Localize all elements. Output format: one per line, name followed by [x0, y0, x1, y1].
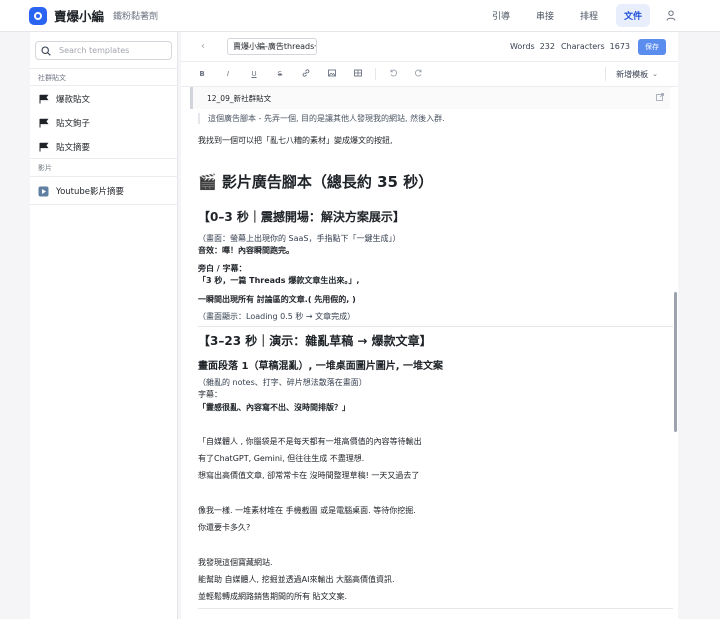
nav-item-documents[interactable]: 文件	[615, 4, 650, 27]
doc-title-input[interactable]: 賣爆小編-廣告threads一	[227, 38, 317, 55]
user-icon[interactable]	[664, 9, 678, 23]
paragraph: 我發現這個寶藏網站.	[198, 558, 273, 567]
nav-item-guide[interactable]: 引導	[484, 4, 518, 27]
nav-item-integrations[interactable]: 串接	[528, 4, 562, 27]
divider	[30, 68, 178, 69]
main-nav: 引導 串接 排程 文件	[474, 4, 678, 27]
divider	[30, 85, 178, 86]
divider	[30, 176, 178, 177]
italic-button[interactable]: I	[215, 70, 241, 78]
external-link-icon[interactable]	[656, 93, 664, 103]
sidebar-item-post-summary[interactable]: 貼文摘要	[38, 141, 90, 153]
save-button[interactable]: 保存	[638, 38, 666, 55]
paragraph: 並輕鬆轉成網路銷售期間的所有 貼文文案.	[198, 592, 348, 601]
divider	[30, 158, 178, 159]
divider	[30, 204, 178, 205]
words-value: 232	[539, 42, 555, 51]
flag-icon	[38, 94, 49, 105]
paragraph: 你還要卡多久?	[198, 523, 251, 532]
paragraph: 「自媒體人 , 你腦袋是不是每天都有一堆高價值的內容等待輸出	[198, 437, 422, 446]
section-title-video: 影片	[38, 164, 52, 172]
app-subtitle: 鐵粉黏著劑	[113, 12, 159, 22]
template-search[interactable]	[35, 41, 172, 60]
template-sidebar: 社群貼文 爆款貼文 貼文鉤子 貼文摘要 影片 Youtube影片摘要	[30, 32, 178, 619]
paragraph: 想寫出高價值文章, 卻常常卡在 沒時間整理草稿! 一天又過去了	[198, 471, 420, 480]
paragraph: 一瞬間出現所有 討論區的文章.( 先用假的, )	[198, 295, 356, 304]
word-count: Words 232 Characters 1673	[504, 42, 630, 51]
paragraph: （畫面顯示：Loading 0.5 秒 → 文章完成）	[198, 312, 356, 321]
search-input[interactable]	[59, 46, 169, 55]
play-icon	[38, 186, 49, 197]
note-label: 12_09_新社群貼文	[207, 93, 272, 103]
heading-2: 【3–23 秒｜演示：雜亂草稿 → 爆款文章】	[198, 334, 432, 348]
heading-2: 【0–3 秒｜震撼開場：解決方案展示】	[198, 210, 405, 224]
strikethrough-button[interactable]: S	[267, 70, 293, 78]
brand[interactable]: 賣爆小編 鐵粉黏著劑	[29, 6, 158, 25]
paragraph: 「靈感很亂、內容寫不出、沒時間排版？」	[198, 403, 350, 412]
add-template-label: 新增模板	[616, 69, 649, 79]
sidebar-item-post-hook[interactable]: 貼文鉤子	[38, 117, 90, 129]
paragraph: （畫面：螢幕上出現你的 SaaS，手指點下「一鍵生成」）	[198, 234, 401, 243]
search-icon	[41, 45, 53, 57]
heading-1: 🎬 影片廣告腳本（總長約 35 秒）	[198, 173, 434, 191]
chars-value: 1673	[609, 42, 630, 51]
app-logo-icon	[29, 6, 47, 25]
editor-panel: ‹ 賣爆小編-廣告threads一 Words 232 Characters 1…	[181, 32, 678, 619]
editor-scrollbar[interactable]	[674, 292, 677, 432]
nav-item-schedule[interactable]: 排程	[572, 4, 606, 27]
redo-icon[interactable]	[406, 69, 432, 79]
undo-icon[interactable]	[380, 69, 406, 79]
format-toolbar: B I U S 新增模板 ⌄	[181, 62, 678, 87]
sidebar-item-label: 貼文鉤子	[56, 119, 91, 129]
chevron-down-icon: ⌄	[652, 70, 658, 78]
sidebar-item-label: 貼文摘要	[56, 143, 91, 153]
paragraph: 音效：嗶！內容瞬間跑完。	[198, 246, 294, 255]
sidebar-item-label: 爆款貼文	[56, 95, 91, 105]
chars-label: Characters	[560, 42, 605, 51]
link-icon[interactable]	[293, 69, 319, 79]
flag-icon	[38, 142, 49, 153]
paragraph: 我找到一個可以把「亂七八糟的素材」變成爆文的按鈕,	[198, 136, 393, 145]
add-template-dropdown[interactable]: 新增模板 ⌄	[605, 67, 658, 81]
bold-button[interactable]: B	[189, 70, 215, 78]
paragraph: 旁白 / 字幕：	[198, 264, 247, 273]
words-label: Words	[509, 42, 535, 51]
table-icon[interactable]	[345, 69, 371, 79]
top-bar: 賣爆小編 鐵粉黏著劑 引導 串接 排程 文件	[0, 0, 720, 32]
paragraph: 能幫助 自媒體人, 挖掘並透過AI來輸出 大腦高價值資訊.	[198, 575, 395, 584]
flag-icon	[38, 118, 49, 129]
toolbar-divider	[605, 67, 607, 81]
toolbar-divider	[375, 68, 376, 80]
paragraph: 像我一樣. 一堆素材堆在 手機截圖 或是電腦桌面. 等待你挖掘.	[198, 506, 416, 515]
paragraph: 「3 秒，一篇 Threads 爆款文章生出來。」,	[198, 276, 360, 285]
sidebar-item-viral-post[interactable]: 爆款貼文	[38, 93, 90, 105]
heading-3: 畫面段落 1（草稿混亂）, 一堆桌面圖片圖片, 一堆文案	[198, 361, 443, 372]
editor-header: ‹ 賣爆小編-廣告threads一 Words 232 Characters 1…	[181, 32, 678, 62]
paragraph: 字幕：	[198, 390, 222, 399]
image-icon[interactable]	[319, 69, 345, 79]
underline-button[interactable]: U	[241, 70, 267, 78]
note-header[interactable]: 12_09_新社群貼文	[190, 87, 670, 109]
horizontal-rule	[198, 326, 673, 327]
sidebar-item-youtube-summary[interactable]: Youtube影片摘要	[38, 185, 124, 197]
section-title-social: 社群貼文	[38, 74, 66, 82]
paragraph: 有了ChatGPT, Gemini, 但往往生成 不盡理想.	[198, 454, 365, 463]
sidebar-item-label: Youtube影片摘要	[56, 187, 124, 197]
back-chevron-icon[interactable]: ‹	[201, 41, 213, 52]
blockquote: 這個廣告腳本 - 先弄一個, 目的是讓其他人發現我的網站, 然後入群.	[198, 113, 445, 124]
app-name: 賣爆小編	[54, 9, 105, 24]
horizontal-rule	[198, 608, 673, 609]
paragraph: （雜亂的 notes、打字、碎片想法散落在畫面）	[198, 378, 367, 387]
